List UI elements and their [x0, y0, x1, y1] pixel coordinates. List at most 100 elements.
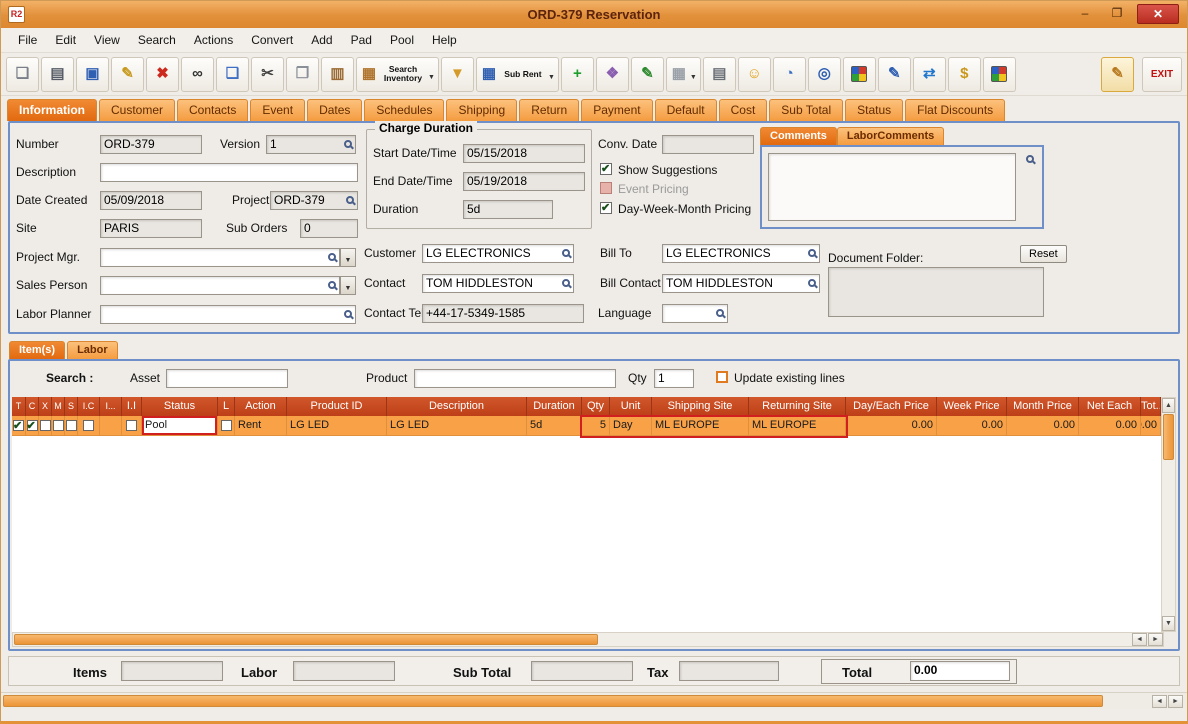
contact-field[interactable]: TOM HIDDLESTON: [422, 274, 574, 293]
items-row-cell[interactable]: Pool: [142, 416, 218, 436]
web-button[interactable]: ◎: [807, 56, 841, 92]
schedule-button[interactable]: ◔: [772, 56, 806, 92]
feedback-button[interactable]: ☺: [737, 56, 771, 92]
show-suggestions-checkbox[interactable]: [600, 162, 612, 175]
menu-item[interactable]: View: [85, 30, 129, 50]
tab[interactable]: Contacts: [177, 99, 249, 121]
row-checkbox[interactable]: [13, 417, 24, 435]
items-horizontal-scrollbar[interactable]: ◄ ►: [12, 632, 1164, 647]
report-button[interactable]: ▤: [702, 56, 736, 92]
customer-field[interactable]: LG ELECTRONICS: [422, 244, 574, 263]
column-header[interactable]: I...: [100, 397, 122, 416]
paste-button[interactable]: ▥: [321, 56, 354, 92]
notes-button[interactable]: ✎: [630, 56, 664, 92]
menu-item[interactable]: Actions: [185, 30, 242, 50]
row-checkbox[interactable]: [220, 420, 232, 431]
sub-orders-field[interactable]: 0: [300, 219, 358, 238]
column-header[interactable]: I.I: [122, 397, 142, 416]
column-header[interactable]: Shipping Site: [652, 397, 749, 416]
items-row-cell[interactable]: [122, 416, 142, 436]
conv-date-field[interactable]: [662, 135, 754, 154]
duration-field[interactable]: 5d: [463, 200, 553, 219]
column-header[interactable]: Tot...: [1141, 397, 1161, 416]
column-header[interactable]: T: [12, 397, 26, 416]
row-checkbox[interactable]: [52, 420, 64, 431]
items-row[interactable]: PoolRentLG LEDLG LED5d5DayML EUROPEML EU…: [12, 416, 1164, 436]
comments-textarea[interactable]: [768, 153, 1016, 221]
items-row-cell[interactable]: ML EUROPE: [749, 416, 846, 436]
tab[interactable]: Status: [845, 99, 904, 121]
tab[interactable]: LaborComments: [836, 127, 945, 145]
column-header[interactable]: Description: [387, 397, 527, 416]
column-header[interactable]: L: [218, 397, 235, 416]
row-checkbox[interactable]: [65, 420, 77, 431]
menu-item[interactable]: Search: [129, 30, 185, 50]
menu-item[interactable]: Edit: [46, 30, 85, 50]
scrollbar-thumb[interactable]: [3, 695, 1103, 707]
column-header[interactable]: Product ID: [287, 397, 387, 416]
wand-button[interactable]: ✎: [1101, 56, 1134, 92]
search-icon[interactable]: [1026, 155, 1034, 163]
items-row-cell[interactable]: [26, 416, 39, 436]
edit-button[interactable]: ✎: [111, 56, 144, 92]
project-field[interactable]: ORD-379: [270, 191, 358, 210]
items-row-cell[interactable]: [65, 416, 78, 436]
tab[interactable]: Sub Total: [769, 99, 844, 121]
items-row-cell[interactable]: [52, 416, 65, 436]
column-header[interactable]: Month Price: [1007, 397, 1079, 416]
search-inventory-button[interactable]: ▦ Search Inventory: [356, 56, 439, 92]
sales-person-field[interactable]: [100, 276, 340, 295]
menu-item[interactable]: Pad: [342, 30, 381, 50]
reset-button[interactable]: Reset: [1020, 245, 1067, 263]
items-row-cell[interactable]: 5: [582, 416, 610, 436]
add-line-button[interactable]: +: [560, 56, 594, 92]
product-input[interactable]: [414, 369, 616, 388]
sync-button[interactable]: ⇄: [912, 56, 946, 92]
modules-button[interactable]: [982, 56, 1016, 92]
tab[interactable]: Flat Discounts: [905, 99, 1006, 121]
menu-item[interactable]: Pool: [381, 30, 423, 50]
inventory-cube-button[interactable]: [842, 56, 876, 92]
tab[interactable]: Return: [519, 99, 580, 121]
tab[interactable]: Event: [250, 99, 306, 121]
row-checkbox[interactable]: [83, 420, 94, 431]
tab[interactable]: Shipping: [446, 99, 518, 121]
site-field[interactable]: PARIS: [100, 219, 202, 238]
tab[interactable]: Payment: [581, 99, 653, 121]
tab[interactable]: Comments: [760, 127, 837, 145]
items-row-cell[interactable]: LG LED: [387, 416, 527, 436]
exit-button[interactable]: EXIT: [1142, 56, 1182, 92]
items-row-cell[interactable]: LG LED: [287, 416, 387, 436]
items-row-cell[interactable]: [78, 416, 100, 436]
sub-rent-button[interactable]: ▦ Sub Rent: [475, 56, 559, 92]
delete-button[interactable]: ✖: [146, 56, 179, 92]
filter-button[interactable]: ▼: [440, 56, 474, 92]
column-header[interactable]: Qty: [582, 397, 610, 416]
asset-input[interactable]: [166, 369, 288, 388]
event-pricing-checkbox[interactable]: [600, 182, 612, 194]
tab[interactable]: Labor: [67, 341, 118, 359]
close-button[interactable]: ✕: [1137, 4, 1179, 24]
menu-item[interactable]: Help: [423, 30, 466, 50]
search-icon[interactable]: [716, 309, 724, 317]
row-checkbox[interactable]: [39, 420, 51, 431]
row-checkbox[interactable]: [26, 417, 38, 435]
items-vertical-scrollbar[interactable]: ▲ ▼: [1161, 397, 1176, 632]
items-row-cell[interactable]: [218, 416, 235, 436]
search-icon[interactable]: [328, 253, 336, 261]
tab[interactable]: Dates: [307, 99, 363, 121]
column-header[interactable]: Action: [235, 397, 287, 416]
search-icon[interactable]: [562, 249, 570, 257]
maximize-button[interactable]: ❐: [1103, 4, 1131, 24]
description-field[interactable]: [100, 163, 358, 182]
labor-planner-field[interactable]: [100, 305, 356, 324]
tab[interactable]: Default: [654, 99, 717, 121]
items-row-cell[interactable]: 0.00: [1079, 416, 1141, 436]
items-row-cell[interactable]: Day: [610, 416, 652, 436]
tab[interactable]: Cost: [718, 99, 768, 121]
tab[interactable]: Item(s): [9, 341, 66, 359]
search-icon[interactable]: [328, 281, 336, 289]
scrollbar-thumb[interactable]: [1163, 414, 1174, 460]
qty-input[interactable]: 1: [654, 369, 694, 388]
search-icon[interactable]: [344, 310, 352, 318]
